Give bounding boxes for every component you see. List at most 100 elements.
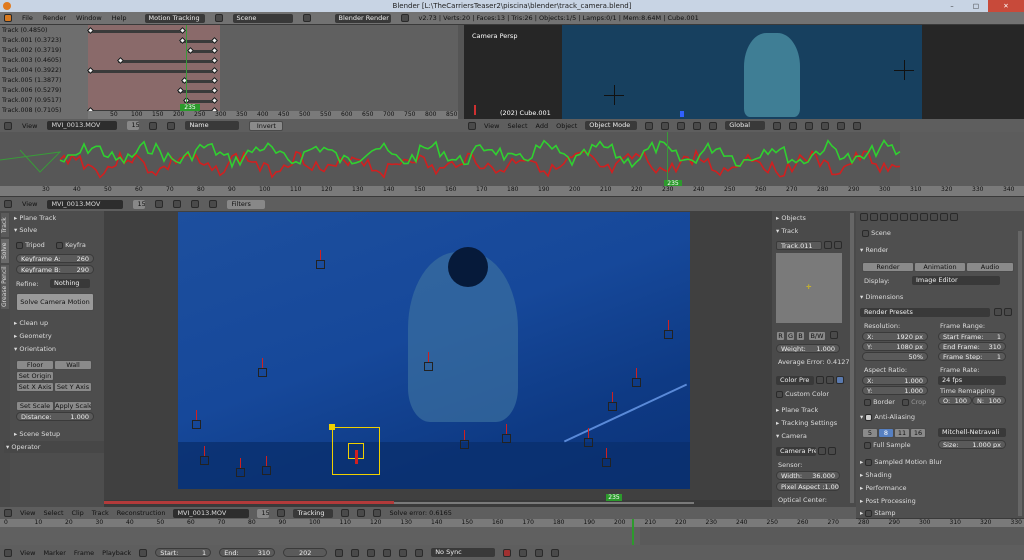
pivot-icon[interactable] bbox=[661, 121, 670, 130]
time-remap-old-field[interactable]: O: 100 bbox=[938, 396, 972, 405]
play-reverse-icon[interactable] bbox=[367, 548, 376, 557]
channel-g-button[interactable]: G bbox=[786, 331, 795, 341]
menu-add[interactable]: Add bbox=[536, 122, 549, 130]
menu-select[interactable]: Select bbox=[507, 122, 527, 130]
clip-users[interactable]: 15 bbox=[257, 508, 270, 518]
shading-icon[interactable] bbox=[645, 121, 654, 130]
track-marker[interactable] bbox=[584, 438, 593, 447]
panel-geometry[interactable]: ▸ Geometry bbox=[14, 330, 52, 342]
dopesheet-ruler[interactable]: 50 100 150 200 250 300 350 400 450 500 550 600 650 70… bbox=[88, 111, 458, 119]
set-y-axis-button[interactable]: Set Y Axis bbox=[54, 382, 92, 392]
menu-playback[interactable]: Playback bbox=[102, 549, 131, 557]
aa-samples-5-button[interactable]: 5 bbox=[862, 428, 878, 438]
dopesheet-track-label[interactable]: Track (0.4850) bbox=[2, 27, 47, 34]
start-frame-field[interactable]: Start Frame: 1 bbox=[938, 332, 1006, 341]
time-remap-new-field[interactable]: N: 100 bbox=[972, 396, 1006, 405]
translate-icon[interactable] bbox=[693, 121, 702, 130]
bw-button[interactable]: B/W bbox=[808, 331, 826, 341]
keyframe-checkbox[interactable]: Keyfra bbox=[56, 241, 86, 249]
menu-marker[interactable]: Marker bbox=[43, 549, 65, 557]
dopesheet-track-segment[interactable] bbox=[88, 70, 216, 73]
editor-type-icon[interactable] bbox=[4, 548, 12, 557]
panel-plane-track[interactable]: ▸ Plane Track bbox=[14, 212, 56, 224]
aa-samples-11-button[interactable]: 11 bbox=[894, 428, 910, 438]
editor-type-icon[interactable] bbox=[4, 14, 12, 22]
render-props-scrollbar[interactable] bbox=[1018, 231, 1022, 516]
panel-anti-aliasing[interactable]: ▾ Anti-Aliasing bbox=[860, 411, 915, 423]
end-frame-field[interactable]: End: 310 bbox=[219, 548, 276, 557]
properties-scrollbar[interactable] bbox=[850, 213, 854, 503]
data-tab-icon[interactable] bbox=[930, 213, 938, 221]
panel-clean-up[interactable]: ▸ Clean up bbox=[14, 317, 48, 329]
editor-type-icon[interactable] bbox=[4, 121, 12, 130]
filter-icon[interactable] bbox=[167, 121, 176, 130]
keying-set-icon[interactable] bbox=[519, 548, 528, 557]
keyframe-a-field[interactable]: Keyframe A: 260 bbox=[16, 254, 94, 263]
panel-tracking-settings[interactable]: ▸ Tracking Settings bbox=[776, 417, 837, 429]
panel-objects[interactable]: ▸ Objects bbox=[776, 212, 806, 224]
add-screen-icon[interactable] bbox=[214, 14, 223, 22]
set-origin-button[interactable]: Set Origin bbox=[16, 371, 54, 381]
resolution-percent-field[interactable]: 50% bbox=[862, 352, 928, 361]
track-marker[interactable] bbox=[262, 466, 271, 475]
render-engine-dropdown[interactable]: Blender Render bbox=[334, 13, 391, 23]
sort-dropdown[interactable]: Name bbox=[185, 121, 240, 130]
animation-button[interactable]: Animation bbox=[914, 262, 966, 272]
apply-scale-button[interactable]: Apply Scale bbox=[54, 401, 92, 411]
preview-range-icon[interactable] bbox=[139, 548, 148, 557]
track-visibility-icon[interactable] bbox=[834, 241, 842, 249]
screen-layout-dropdown[interactable]: Motion Tracking bbox=[144, 13, 205, 23]
panel-scene-setup[interactable]: ▸ Scene Setup bbox=[14, 428, 60, 440]
constraint-tab-icon[interactable] bbox=[910, 213, 918, 221]
menu-view[interactable]: View bbox=[20, 549, 35, 557]
remove-preset-icon[interactable] bbox=[826, 376, 834, 384]
render-presets-dropdown[interactable]: Render Presets bbox=[860, 308, 990, 317]
track-marker[interactable] bbox=[664, 330, 673, 339]
curve-icon[interactable] bbox=[191, 200, 200, 208]
dopesheet-track-label[interactable]: Track.001 (0.3723) bbox=[2, 37, 61, 44]
resolution-x-field[interactable]: X: 1920 px bbox=[862, 332, 928, 341]
aspect-y-field[interactable]: Y: 1.000 bbox=[862, 386, 928, 395]
clip-users[interactable]: 15 bbox=[133, 199, 146, 209]
delete-key-icon[interactable] bbox=[551, 548, 560, 557]
track-name-field[interactable]: Track.011 bbox=[776, 241, 822, 250]
menu-view[interactable]: View bbox=[22, 122, 37, 130]
world-tab-icon[interactable] bbox=[890, 213, 898, 221]
dopesheet-track-label[interactable]: Track.002 (0.3719) bbox=[2, 47, 61, 54]
channel-r-button[interactable]: R bbox=[776, 331, 785, 341]
aa-filter-dropdown[interactable]: Mitchell-Netravali bbox=[938, 428, 1006, 437]
scene-tab-icon[interactable] bbox=[880, 213, 888, 221]
aa-size-field[interactable]: Size: 1.000 px bbox=[938, 440, 1006, 449]
fake-user-icon[interactable] bbox=[155, 200, 164, 208]
manipulator-icon[interactable] bbox=[677, 121, 686, 130]
viewport-3d[interactable]: Camera Persp (202) Cube.001 bbox=[464, 25, 1024, 119]
aspect-x-field[interactable]: X: 1.000 bbox=[862, 376, 928, 385]
panel-track[interactable]: ▾ Track bbox=[776, 225, 798, 237]
floor-button[interactable]: Floor bbox=[16, 360, 54, 370]
full-sample-checkbox[interactable]: Full Sample bbox=[864, 441, 911, 449]
menu-clip[interactable]: Clip bbox=[72, 509, 84, 517]
panel-shading[interactable]: ▸ Shading bbox=[860, 469, 892, 481]
rotate-icon[interactable] bbox=[709, 121, 718, 130]
orientation-dropdown[interactable]: Global bbox=[725, 121, 766, 130]
edit-icon[interactable] bbox=[830, 331, 838, 339]
sync-dropdown[interactable]: No Sync bbox=[431, 548, 496, 557]
color-preset-dropdown[interactable]: Color Pre bbox=[776, 376, 814, 385]
panel-orientation[interactable]: ▾ Orientation bbox=[14, 343, 56, 355]
tripod-checkbox[interactable]: Tripod bbox=[16, 241, 45, 249]
clip-dropdown[interactable]: MVI_0013.MOV bbox=[173, 508, 250, 518]
maximize-button[interactable]: □ bbox=[964, 0, 988, 12]
distance-field[interactable]: Distance: 1.000 bbox=[16, 412, 94, 421]
track-marker[interactable] bbox=[602, 458, 611, 467]
track-marker[interactable] bbox=[316, 260, 325, 269]
audio-button[interactable]: Audio bbox=[966, 262, 1014, 272]
crop-checkbox[interactable]: Crop bbox=[902, 398, 926, 406]
panel-stamp[interactable]: ▸ Stamp bbox=[860, 507, 896, 519]
mask-icon[interactable] bbox=[373, 509, 382, 517]
material-tab-icon[interactable] bbox=[940, 213, 948, 221]
refine-dropdown[interactable]: Nothing bbox=[50, 279, 90, 288]
clip-dropdown[interactable]: MVI_0013.MOV bbox=[47, 199, 124, 209]
track-marker[interactable] bbox=[200, 456, 209, 465]
menu-help[interactable]: Help bbox=[112, 14, 127, 22]
track-marker[interactable] bbox=[424, 362, 433, 371]
